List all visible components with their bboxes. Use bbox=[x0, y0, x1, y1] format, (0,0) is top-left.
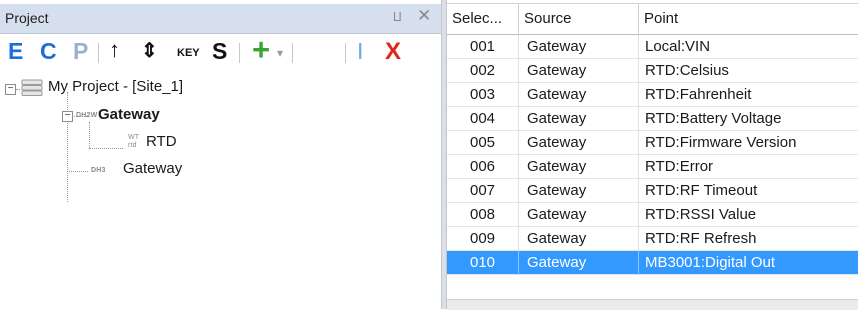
cell-point: RTD:Battery Voltage bbox=[645, 110, 782, 127]
toolbar-separator bbox=[345, 43, 346, 63]
column-header-point[interactable]: Point bbox=[639, 4, 858, 34]
cell-point: MB3001:Digital Out bbox=[645, 254, 776, 271]
grid-header: Selec... Source Point bbox=[447, 3, 858, 35]
table-row[interactable]: 002 Gateway RTD:Celsius bbox=[447, 59, 858, 83]
cell-select: 006 bbox=[447, 155, 519, 179]
cell-select: 002 bbox=[447, 59, 519, 83]
toolbar: E C P ↑ ⇕ KEY S + ▾ I X bbox=[0, 32, 441, 69]
table-row[interactable]: 001 Gateway Local:VIN bbox=[447, 35, 858, 59]
cell-source: Gateway bbox=[519, 131, 639, 155]
table-row[interactable]: 004 Gateway RTD:Battery Voltage bbox=[447, 107, 858, 131]
cell-point: RTD:Celsius bbox=[645, 62, 729, 79]
cell-select: 003 bbox=[447, 83, 519, 107]
tree-item-gateway[interactable]: Gateway bbox=[98, 106, 160, 123]
tree-item-rtd[interactable]: RTD bbox=[146, 133, 177, 150]
add-icon[interactable]: + bbox=[252, 32, 270, 68]
move-updown-icon[interactable]: ⇕ bbox=[141, 38, 158, 63]
cell-source: Gateway bbox=[519, 251, 639, 275]
s-button[interactable]: S bbox=[212, 38, 227, 65]
cell-point: RTD:RF Refresh bbox=[645, 230, 757, 247]
toolbar-separator bbox=[239, 43, 240, 63]
database-icon bbox=[21, 79, 43, 101]
table-row[interactable]: 005 Gateway RTD:Firmware Version bbox=[447, 131, 858, 155]
p-button[interactable]: P bbox=[73, 38, 88, 65]
cell-point: RTD:Fahrenheit bbox=[645, 86, 752, 103]
table-row[interactable]: 008 Gateway RTD:RSSI Value bbox=[447, 203, 858, 227]
cell-select: 009 bbox=[447, 227, 519, 251]
panel-titlebar: Project ⨿ ✕ bbox=[0, 4, 441, 34]
delete-icon[interactable]: X bbox=[385, 38, 401, 66]
gateway-expander[interactable]: − bbox=[62, 111, 73, 122]
tree-connector bbox=[89, 148, 123, 149]
table-row[interactable]: 006 Gateway RTD:Error bbox=[447, 155, 858, 179]
grid-scrollbar[interactable] bbox=[447, 299, 858, 310]
dh3-icon: DH3 bbox=[91, 167, 106, 174]
column-header-source[interactable]: Source bbox=[519, 4, 639, 34]
panel-title: Project bbox=[5, 10, 49, 26]
cell-point: RTD:RSSI Value bbox=[645, 206, 757, 223]
cell-point: RTD:Firmware Version bbox=[645, 134, 797, 151]
cell-point: RTD:Error bbox=[645, 158, 714, 175]
text-cursor-icon[interactable]: I bbox=[357, 38, 363, 65]
cell-point: RTD:RF Timeout bbox=[645, 182, 758, 199]
points-grid: Selec... Source Point 001 Gateway Local:VI… bbox=[447, 0, 858, 310]
project-panel: Project ⨿ ✕ E C P ↑ ⇕ KEY S + ▾ I X − My… bbox=[0, 0, 441, 309]
cell-source: Gateway bbox=[519, 203, 639, 227]
toolbar-separator bbox=[292, 43, 293, 63]
root-expander[interactable]: − bbox=[5, 84, 16, 95]
pin-icon[interactable]: ⨿ bbox=[393, 10, 402, 25]
wt-rtd-icon-top: WT bbox=[128, 134, 140, 141]
tree-connector bbox=[89, 122, 90, 148]
key-button[interactable]: KEY bbox=[177, 47, 200, 59]
close-icon[interactable]: ✕ bbox=[417, 6, 431, 26]
cell-source: Gateway bbox=[519, 35, 639, 59]
cell-source: Gateway bbox=[519, 59, 639, 83]
table-row[interactable]: 007 Gateway RTD:RF Timeout bbox=[447, 179, 858, 203]
cell-select: 005 bbox=[447, 131, 519, 155]
cell-point: Local:VIN bbox=[645, 38, 711, 55]
tree-item-project[interactable]: My Project - [Site_1] bbox=[48, 78, 183, 95]
tree-item-gateway-2[interactable]: Gateway bbox=[123, 160, 182, 177]
cell-source: Gateway bbox=[519, 227, 639, 251]
tree-connector bbox=[16, 89, 20, 90]
wt-rtd-icon-bottom: rtd bbox=[128, 142, 137, 149]
cell-source: Gateway bbox=[519, 155, 639, 179]
cell-select: 007 bbox=[447, 179, 519, 203]
table-row[interactable]: 003 Gateway RTD:Fahrenheit bbox=[447, 83, 858, 107]
toolbar-separator bbox=[98, 43, 99, 63]
cell-select: 010 bbox=[447, 251, 519, 275]
table-row[interactable]: 010 Gateway MB3001:Digital Out bbox=[447, 251, 858, 275]
column-header-select[interactable]: Selec... bbox=[447, 4, 519, 34]
chevron-down-icon[interactable]: ▾ bbox=[277, 46, 283, 60]
cell-source: Gateway bbox=[519, 179, 639, 203]
c-button[interactable]: C bbox=[40, 38, 57, 65]
project-tree: − My Project - [Site_1] − DH2W Gateway W… bbox=[0, 70, 441, 309]
e-button[interactable]: E bbox=[8, 38, 23, 65]
tree-connector bbox=[67, 171, 88, 172]
tree-connector bbox=[67, 92, 68, 202]
cell-select: 008 bbox=[447, 203, 519, 227]
cell-select: 004 bbox=[447, 107, 519, 131]
up-arrow-icon[interactable]: ↑ bbox=[109, 37, 120, 63]
cell-source: Gateway bbox=[519, 107, 639, 131]
dh2w-icon: DH2W bbox=[76, 112, 98, 119]
cell-select: 001 bbox=[447, 35, 519, 59]
table-row[interactable]: 009 Gateway RTD:RF Refresh bbox=[447, 227, 858, 251]
cell-source: Gateway bbox=[519, 83, 639, 107]
